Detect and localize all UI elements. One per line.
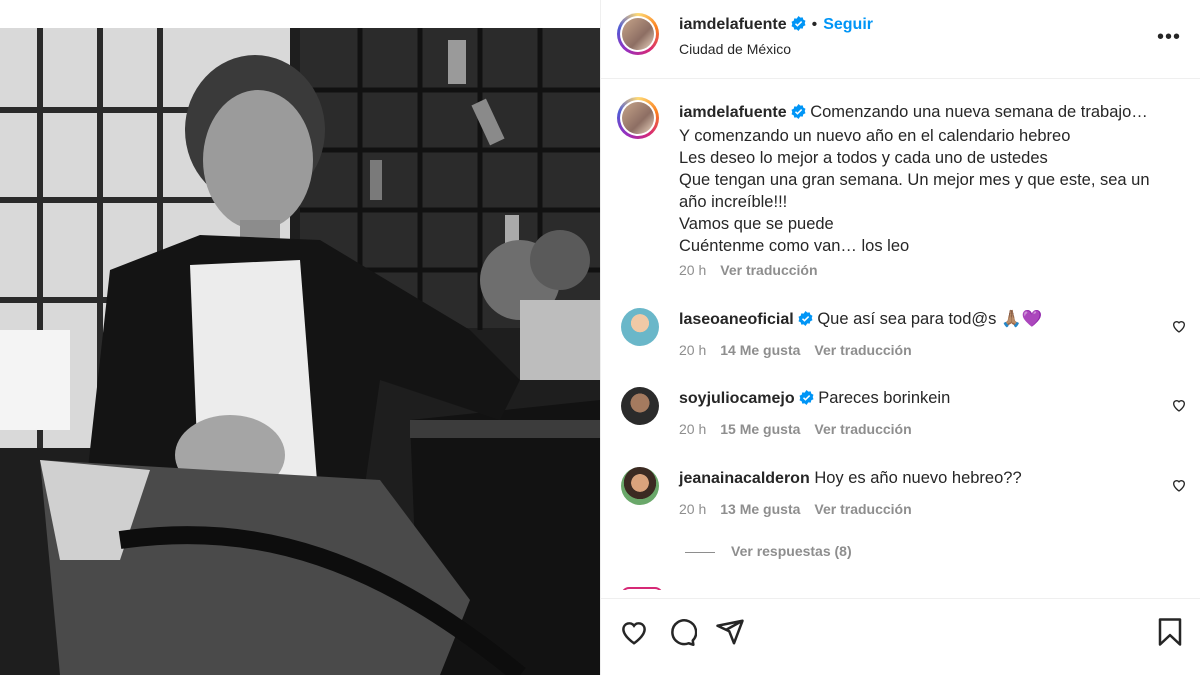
comment-likes[interactable]: 14 Me gusta xyxy=(720,342,800,358)
caption-meta: 20 h Ver traducción xyxy=(679,262,818,278)
commenter-avatar[interactable] xyxy=(621,387,659,425)
caption-line: Y comenzando un nuevo año en el calendar… xyxy=(679,127,1071,145)
comments-list[interactable]: iamdelafuente Comenzando una nueva seman… xyxy=(601,79,1200,590)
comment-username[interactable]: soyjuliocamejo xyxy=(679,390,795,407)
view-replies-label: Ver respuestas (8) xyxy=(731,543,852,559)
post-location[interactable]: Ciudad de México xyxy=(679,41,791,57)
save-bookmark-icon[interactable] xyxy=(1155,617,1185,647)
instagram-post-view: iamdelafuente • Seguir Ciudad de México ••… xyxy=(0,0,1200,675)
comment-meta: 20 h 13 Me gusta Ver traducción xyxy=(679,501,912,517)
caption-line: Que tengan una gran semana. Un mejor mes… xyxy=(679,171,1150,211)
caption-line: Vamos que se puede xyxy=(679,215,834,233)
comment-body: Que así sea para tod@s 🙏🏽💜 xyxy=(817,310,1043,328)
comment-body: Hoy es año nuevo hebreo?? xyxy=(814,469,1022,487)
comment-text-row: soyjuliocamejo Pareces borinkein xyxy=(679,389,950,410)
caption-translate-link[interactable]: Ver traducción xyxy=(720,262,817,278)
caption-block: iamdelafuente Comenzando una nueva seman… xyxy=(679,101,1169,257)
caption-line: Cuéntenme como van… los leo xyxy=(679,237,910,255)
separator-dot: • xyxy=(811,16,818,33)
comment-translate-link[interactable]: Ver traducción xyxy=(814,501,911,517)
follow-button[interactable]: Seguir xyxy=(823,16,873,33)
author-avatar[interactable] xyxy=(617,13,659,55)
verified-badge-icon xyxy=(798,311,813,331)
comment-text-row: jeanainacalderon Hoy es año nuevo hebreo… xyxy=(679,469,1022,488)
commenter-avatar[interactable] xyxy=(621,308,659,346)
caption-time[interactable]: 20 h xyxy=(679,262,706,278)
comment-text-row: laseoaneoficial Que así sea para tod@s 🙏… xyxy=(679,310,1042,331)
comment-like-heart-icon[interactable] xyxy=(1171,477,1187,493)
replies-divider xyxy=(685,551,715,553)
next-comment-avatar[interactable] xyxy=(621,587,663,590)
verified-badge-icon xyxy=(791,16,806,36)
comment-like-heart-icon[interactable] xyxy=(1171,397,1187,413)
comment-translate-link[interactable]: Ver traducción xyxy=(814,421,911,437)
post-details-panel: iamdelafuente • Seguir Ciudad de México ••… xyxy=(600,0,1200,675)
commenter-avatar[interactable] xyxy=(621,467,659,505)
caption-username[interactable]: iamdelafuente xyxy=(679,104,787,121)
view-replies-button[interactable]: Ver respuestas (8) xyxy=(685,543,852,559)
comment-like-heart-icon[interactable] xyxy=(1171,318,1187,334)
caption-avatar[interactable] xyxy=(617,97,659,139)
comment-meta: 20 h 15 Me gusta Ver traducción xyxy=(679,421,912,437)
post-header: iamdelafuente • Seguir Ciudad de México ••… xyxy=(601,0,1200,79)
comment-likes[interactable]: 13 Me gusta xyxy=(720,501,800,517)
more-options-icon[interactable]: ••• xyxy=(1157,26,1181,49)
post-photo-image xyxy=(0,0,600,675)
comment-time[interactable]: 20 h xyxy=(679,421,706,437)
comment-body: Pareces borinkein xyxy=(818,389,951,407)
post-actions-bar xyxy=(601,598,1200,675)
comment-icon[interactable] xyxy=(667,617,697,647)
comment-username[interactable]: jeanainacalderon xyxy=(679,470,810,487)
comment-time[interactable]: 20 h xyxy=(679,342,706,358)
comment-meta: 20 h 14 Me gusta Ver traducción xyxy=(679,342,912,358)
share-icon[interactable] xyxy=(715,617,745,647)
comment-likes[interactable]: 15 Me gusta xyxy=(720,421,800,437)
caption-line: Les deseo lo mejor a todos y cada uno de… xyxy=(679,149,1048,167)
comment-time[interactable]: 20 h xyxy=(679,501,706,517)
post-photo[interactable] xyxy=(0,0,600,675)
verified-badge-icon xyxy=(799,390,814,410)
comment-translate-link[interactable]: Ver traducción xyxy=(814,342,911,358)
like-heart-icon[interactable] xyxy=(619,617,649,647)
author-username[interactable]: iamdelafuente xyxy=(679,16,787,33)
comment-username[interactable]: laseoaneoficial xyxy=(679,311,794,328)
header-line: iamdelafuente • Seguir xyxy=(679,16,873,36)
caption-line: Comenzando una nueva semana de trabajo… xyxy=(810,103,1148,121)
verified-badge-icon xyxy=(791,103,806,125)
